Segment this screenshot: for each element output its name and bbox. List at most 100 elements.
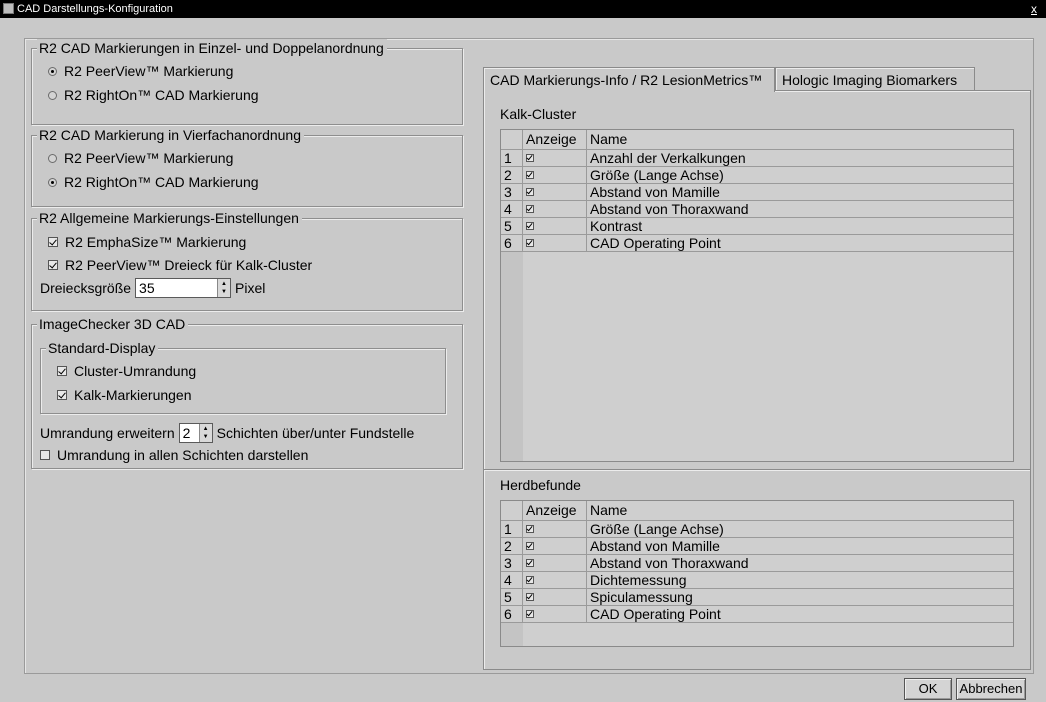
row-show-cell bbox=[523, 201, 587, 218]
calc-cluster-table: Anzeige Name 1 Anzahl der Verkalkungen 2 Gr… bbox=[500, 129, 1014, 462]
checkbox-label: Cluster-Umrandung bbox=[74, 363, 197, 379]
extend-slices-spinner[interactable]: 2 ▲ ▼ bbox=[178, 423, 213, 443]
checkbox-calc-marks[interactable]: Kalk-Markierungen bbox=[57, 386, 192, 404]
row-show-cell bbox=[523, 167, 587, 184]
checkbox-emphasize[interactable]: R2 EmphaSize™ Markierung bbox=[48, 233, 246, 251]
title-bar: CAD Darstellungs-Konfiguration x bbox=[0, 0, 1046, 18]
tab-cad-info[interactable]: CAD Markierungs-Info / R2 LesionMetrics™ bbox=[483, 67, 775, 92]
group-general-settings: R2 Allgemeine Markierungs-Einstellungen … bbox=[31, 209, 463, 311]
row-show-cell bbox=[523, 538, 587, 555]
spinner-arrows-icon[interactable]: ▲ ▼ bbox=[217, 279, 231, 297]
radio-button[interactable] bbox=[48, 90, 57, 100]
header-show[interactable]: Anzeige bbox=[523, 501, 587, 521]
show-checkbox[interactable] bbox=[526, 610, 534, 618]
main-panel: R2 CAD Markierungen in Einzel- und Doppe… bbox=[24, 38, 1034, 674]
checkbox[interactable] bbox=[48, 237, 58, 247]
row-name: Abstand von Mamille bbox=[587, 184, 1013, 201]
table-row[interactable]: 4 Abstand von Thoraxwand bbox=[501, 201, 1013, 218]
header-num bbox=[501, 130, 523, 150]
row-number: 6 bbox=[501, 235, 523, 252]
table-row[interactable]: 5 Kontrast bbox=[501, 218, 1013, 235]
row-number: 1 bbox=[501, 521, 523, 538]
header-show[interactable]: Anzeige bbox=[523, 130, 587, 150]
row-name: Anzahl der Verkalkungen bbox=[587, 150, 1013, 167]
radio-righton-quad[interactable]: R2 RightOn™ CAD Markierung bbox=[48, 173, 259, 191]
show-checkbox[interactable] bbox=[526, 205, 534, 213]
checkbox-all-slices[interactable]: Umrandung in allen Schichten darstellen bbox=[40, 446, 308, 464]
show-checkbox[interactable] bbox=[526, 525, 534, 533]
checkbox[interactable] bbox=[57, 390, 67, 400]
table-row[interactable]: 2 Abstand von Mamille bbox=[501, 538, 1013, 555]
row-number: 6 bbox=[501, 606, 523, 623]
table-row[interactable]: 5 Spiculamessung bbox=[501, 589, 1013, 606]
row-name: Spiculamessung bbox=[587, 589, 1013, 606]
radio-button[interactable] bbox=[48, 66, 57, 76]
spinner-value[interactable]: 35 bbox=[136, 279, 158, 297]
extend-suffix-label: Schichten über/unter Fundstelle bbox=[216, 425, 415, 441]
radio-peerview-single[interactable]: R2 PeerView™ Markierung bbox=[48, 62, 233, 80]
spinner-arrows-icon[interactable]: ▲ ▼ bbox=[198, 424, 212, 442]
ok-button[interactable]: OK bbox=[904, 678, 952, 700]
group-quad-layout: R2 CAD Markierung in Vierfachanordnung R… bbox=[31, 126, 463, 207]
row-name: CAD Operating Point bbox=[587, 235, 1013, 252]
table-row[interactable]: 4 Dichtemessung bbox=[501, 572, 1013, 589]
radio-righton-single[interactable]: R2 RightOn™ CAD Markierung bbox=[48, 86, 259, 104]
dialog-body: R2 CAD Markierungen in Einzel- und Doppe… bbox=[8, 18, 1038, 702]
row-show-cell bbox=[523, 184, 587, 201]
table-row[interactable]: 6 CAD Operating Point bbox=[501, 235, 1013, 252]
row-name: Größe (Lange Achse) bbox=[587, 167, 1013, 184]
row-number: 5 bbox=[501, 589, 523, 606]
triangle-size-label: Dreiecksgröße bbox=[40, 280, 132, 296]
radio-button[interactable] bbox=[48, 177, 57, 187]
radio-peerview-quad[interactable]: R2 PeerView™ Markierung bbox=[48, 149, 233, 167]
header-name[interactable]: Name bbox=[587, 501, 1013, 521]
header-name[interactable]: Name bbox=[587, 130, 1013, 150]
row-number: 3 bbox=[501, 555, 523, 572]
group-single-double-layout: R2 CAD Markierungen in Einzel- und Doppe… bbox=[31, 39, 463, 125]
show-checkbox[interactable] bbox=[526, 559, 534, 567]
checkbox-cluster-outline[interactable]: Cluster-Umrandung bbox=[57, 362, 196, 380]
extend-outline-row: Umrandung erweitern 2 ▲ ▼ Schichten über/… bbox=[40, 423, 414, 443]
table-row[interactable]: 2 Größe (Lange Achse) bbox=[501, 167, 1013, 184]
group-title: R2 CAD Markierung in Vierfachanordnung bbox=[37, 126, 304, 144]
show-checkbox[interactable] bbox=[526, 576, 534, 584]
extend-prefix-label: Umrandung erweitern bbox=[40, 425, 175, 441]
row-show-cell bbox=[523, 218, 587, 235]
show-checkbox[interactable] bbox=[526, 171, 534, 179]
spinner-value[interactable]: 2 bbox=[180, 424, 194, 442]
triangle-unit-label: Pixel bbox=[235, 280, 266, 296]
radio-label: R2 PeerView™ Markierung bbox=[64, 150, 234, 166]
checkbox[interactable] bbox=[57, 366, 67, 376]
show-checkbox[interactable] bbox=[526, 222, 534, 230]
row-number: 3 bbox=[501, 184, 523, 201]
table-row[interactable]: 1 Anzahl der Verkalkungen bbox=[501, 150, 1013, 167]
radio-button[interactable] bbox=[48, 153, 57, 163]
table-row[interactable]: 6 CAD Operating Point bbox=[501, 606, 1013, 623]
row-name: Abstand von Mamille bbox=[587, 538, 1013, 555]
show-checkbox[interactable] bbox=[526, 154, 534, 162]
row-number: 4 bbox=[501, 572, 523, 589]
row-number: 5 bbox=[501, 218, 523, 235]
group-standard-display: Standard-Display Cluster-Umrandung Kalk-… bbox=[40, 339, 446, 414]
show-checkbox[interactable] bbox=[526, 239, 534, 247]
radio-label: R2 PeerView™ Markierung bbox=[64, 63, 234, 79]
checkbox[interactable] bbox=[40, 450, 50, 460]
checkbox-label: R2 EmphaSize™ Markierung bbox=[65, 234, 247, 250]
group-title: Standard-Display bbox=[46, 339, 159, 357]
cancel-button[interactable]: Abbrechen bbox=[956, 678, 1026, 700]
show-checkbox[interactable] bbox=[526, 188, 534, 196]
checkbox-peerview-triangle[interactable]: R2 PeerView™ Dreieck für Kalk-Cluster bbox=[48, 256, 312, 274]
triangle-size-spinner[interactable]: 35 ▲ ▼ bbox=[135, 278, 232, 298]
triangle-size-row: Dreiecksgröße 35 ▲ ▼ Pixel bbox=[40, 278, 265, 298]
table-row[interactable]: 1 Größe (Lange Achse) bbox=[501, 521, 1013, 538]
show-checkbox[interactable] bbox=[526, 593, 534, 601]
checkbox[interactable] bbox=[48, 260, 58, 270]
tab-biomarkers[interactable]: Hologic Imaging Biomarkers bbox=[775, 67, 975, 92]
table-row[interactable]: 3 Abstand von Mamille bbox=[501, 184, 1013, 201]
close-button[interactable]: x bbox=[1026, 0, 1042, 18]
window-icon[interactable] bbox=[3, 3, 14, 14]
table-row[interactable]: 3 Abstand von Thoraxwand bbox=[501, 555, 1013, 572]
row-name: Abstand von Thoraxwand bbox=[587, 555, 1013, 572]
mass-title: Herdbefunde bbox=[500, 477, 581, 493]
show-checkbox[interactable] bbox=[526, 542, 534, 550]
